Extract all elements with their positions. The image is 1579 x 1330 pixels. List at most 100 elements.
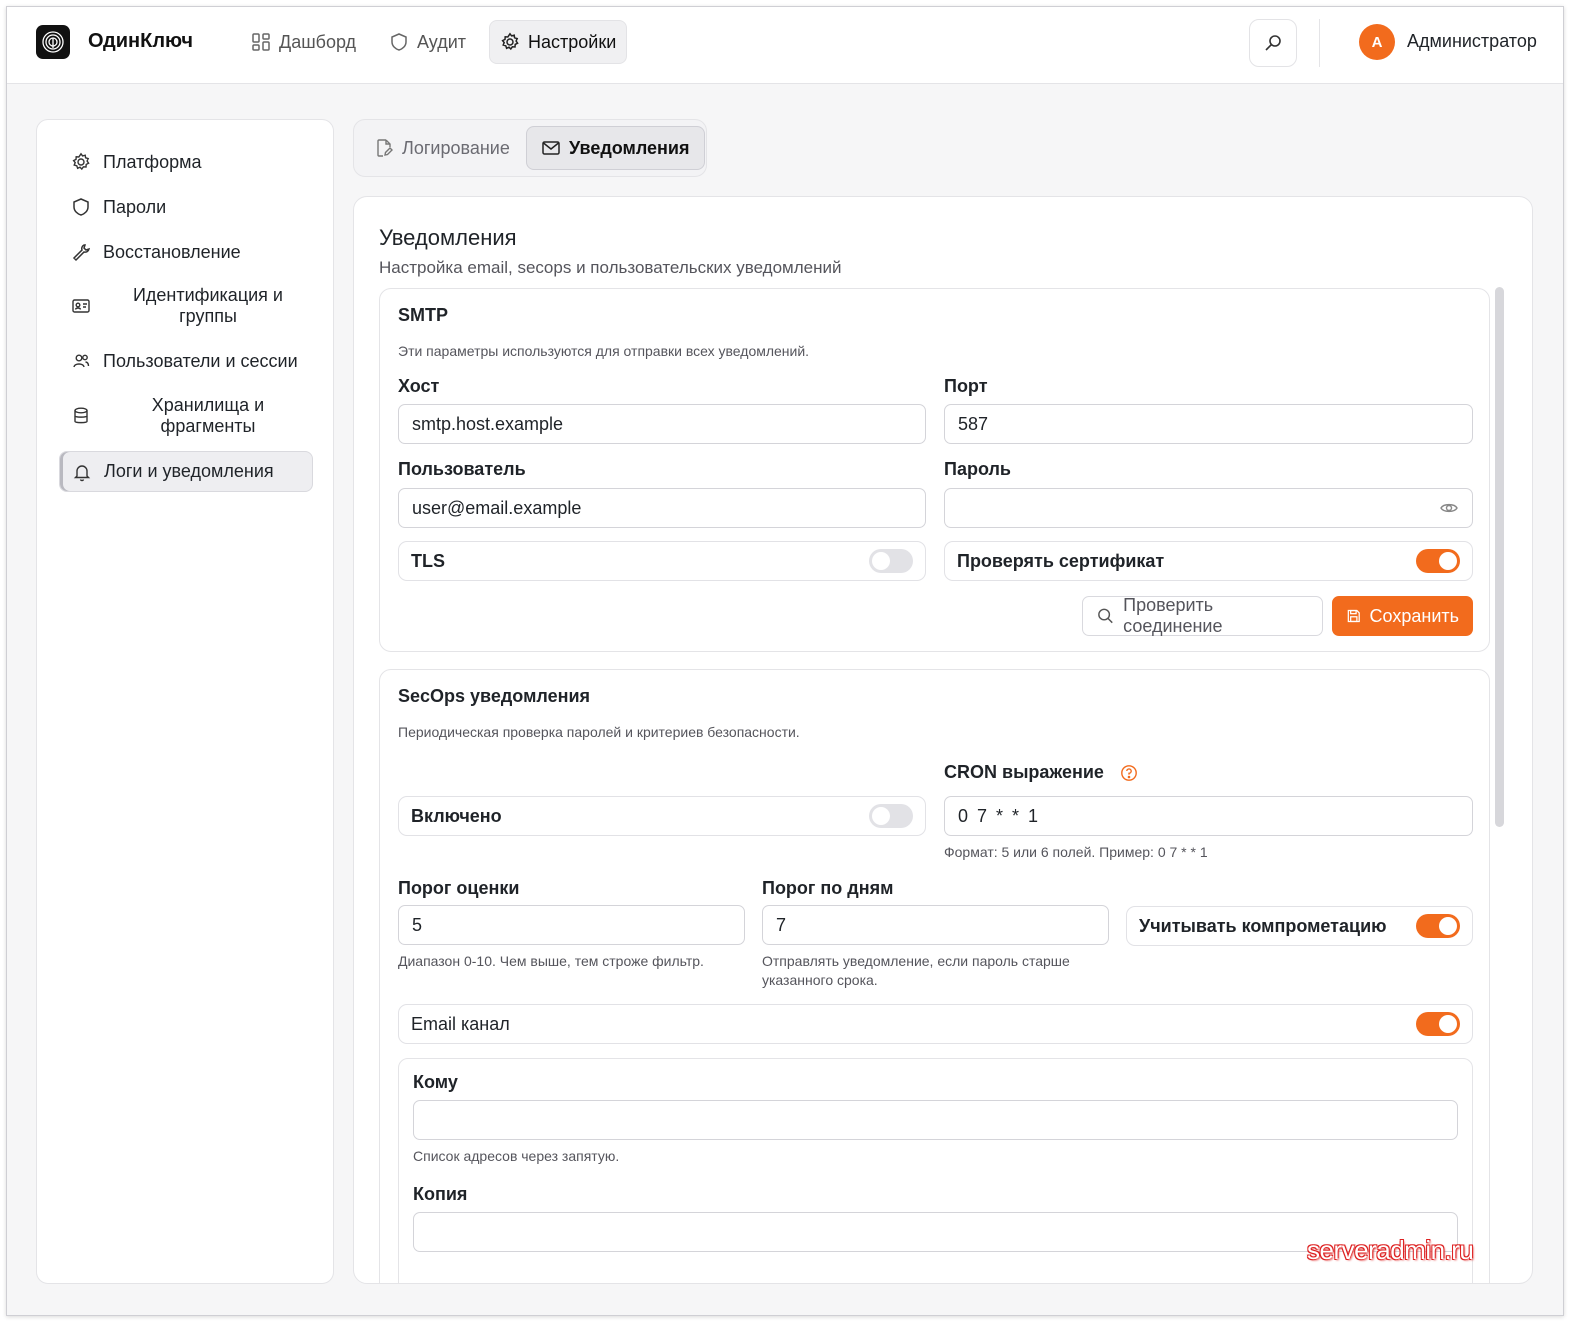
page-title: Уведомления [379,225,517,250]
to-input[interactable] [413,1100,1458,1140]
shield-icon [391,33,407,51]
save-label: Сохранить [1369,605,1459,626]
sidebar-item-label: Логи и уведомления [104,461,274,481]
secops-title: SecOps уведомления [398,686,591,706]
score-label: Порог оценки [398,878,520,898]
header-divider [1319,19,1320,67]
password-label: Пароль [944,459,1011,479]
users-icon [59,351,103,371]
verify-cert-label: Проверять сертификат [957,550,1165,571]
file-edit-icon [377,139,393,157]
port-label: Порт [944,376,988,396]
secops-section: SecOps уведомления Периодическая проверк… [379,669,1490,1283]
sidebar-item-label: Хранилища и фрагменты [151,395,265,436]
sidebar-item-label: Восстановление [103,241,241,262]
cron-hint: Формат: 5 или 6 полей. Пример: 0 7 * * 1 [944,844,1208,860]
user-input[interactable]: user@email.example [398,488,926,528]
sidebar-item-label: Платформа [103,151,202,172]
tls-label: TLS [411,550,445,571]
tls-toggle[interactable] [869,549,913,573]
smtp-section: SMTP Эти параметры используются для отпр… [379,288,1490,652]
gear-icon [59,152,103,172]
days-hint: Отправлять уведомление, если пароль стар… [762,953,1070,988]
tab-logging-label: Логирование [402,137,510,158]
password-input[interactable] [944,488,1473,528]
top-navigation-bar: ОдинКлюч Дашборд Аудит Настройки A Админ… [7,7,1563,84]
tab-notifications-label: Уведомления [569,137,690,158]
cc-input[interactable] [413,1212,1458,1252]
score-hint: Диапазон 0-10. Чем выше, тем строже филь… [398,953,704,969]
nav-dashboard[interactable]: Дашборд [241,20,366,64]
scrollbar-thumb[interactable] [1495,287,1504,827]
tab-logging[interactable]: Логирование [360,126,524,170]
nav-audit-label: Аудит [417,31,467,52]
eye-icon[interactable] [1439,498,1459,518]
secops-enabled-row: Включено [398,796,926,836]
smtp-title: SMTP [398,305,449,325]
global-search-button[interactable] [1249,19,1297,67]
sidebar-item-identity[interactable]: Идентификация и группы [59,280,313,332]
mail-icon [542,141,560,155]
score-input[interactable]: 5 [398,905,745,945]
cron-label: CRON выражение [944,762,1104,782]
days-label: Порог по дням [762,878,894,898]
shield-icon [59,197,103,217]
page-subtitle: Настройка email, secops и пользовательск… [379,258,842,277]
host-input[interactable]: smtp.host.example [398,404,926,444]
cc-label: Копия [413,1184,468,1204]
settings-tabs: Логирование Уведомления [353,119,707,177]
app-logo-icon[interactable] [36,25,70,59]
sidebar-item-label: Пользователи и сессии [103,350,298,371]
database-icon [59,406,103,426]
test-connection-label: Проверить соединение [1123,595,1223,636]
id-card-icon [59,296,103,316]
save-button[interactable]: Сохранить [1332,596,1473,636]
sidebar-item-passwords[interactable]: Пароли [59,187,313,227]
search-icon [1265,35,1281,51]
port-input[interactable]: 587 [944,404,1473,444]
tab-notifications[interactable]: Уведомления [526,126,705,170]
smtp-description: Эти параметры используются для отправки … [398,343,810,359]
secops-enabled-label: Включено [411,805,502,826]
nav-dashboard-label: Дашборд [279,31,357,52]
avatar[interactable]: A [1359,24,1395,60]
user-name[interactable]: Администратор [1407,31,1537,52]
test-connection-button[interactable]: Проверить соединение [1082,595,1323,636]
settings-sidebar: Платформа Пароли Восстановление Идентифи… [36,119,334,1284]
tls-row: TLS [398,541,926,581]
cron-input[interactable]: 0 7 * * 1 [944,796,1473,836]
compromise-row: Учитывать компрометацию [1126,906,1473,946]
app-brand-name: ОдинКлюч [88,30,193,52]
app-window: ОдинКлюч Дашборд Аудит Настройки A Админ… [6,6,1564,1316]
to-label: Кому [413,1072,458,1092]
sidebar-item-storage[interactable]: Хранилища и фрагменты [59,390,313,442]
sidebar-item-recovery[interactable]: Восстановление [59,232,313,272]
days-input[interactable]: 7 [762,905,1109,945]
floppy-disk-icon [1347,609,1360,623]
email-channel-label: Email канал [411,1013,510,1034]
watermark-text: serveradmin.ru [1307,1235,1474,1265]
dashboard-grid-icon [252,33,270,51]
compromise-toggle[interactable] [1416,914,1460,938]
sidebar-item-users-sessions[interactable]: Пользователи и сессии [59,341,313,381]
nav-settings[interactable]: Настройки [489,20,628,64]
wrench-icon [59,242,103,262]
nav-settings-label: Настройки [528,31,617,52]
sidebar-item-logs-notifications[interactable]: Логи и уведомления [59,451,313,492]
email-channel-row: Email канал [398,1004,1473,1044]
nav-audit[interactable]: Аудит [379,20,476,64]
gear-icon [501,32,519,51]
user-label: Пользователь [398,459,526,479]
verify-cert-row: Проверять сертификат [944,541,1473,581]
email-channel-toggle[interactable] [1416,1012,1460,1036]
sidebar-item-label: Пароли [103,196,167,217]
sidebar-item-platform[interactable]: Платформа [59,142,313,182]
help-circle-icon[interactable] [1120,764,1138,782]
secops-enabled-toggle[interactable] [869,804,913,828]
notifications-card: Уведомления Настройка email, secops и по… [353,196,1533,1284]
to-hint: Список адресов через запятую. [413,1148,620,1164]
verify-cert-toggle[interactable] [1416,549,1460,573]
bell-icon [60,462,104,482]
cron-label-row: CRON выражение [944,762,1138,783]
host-label: Хост [398,376,440,396]
